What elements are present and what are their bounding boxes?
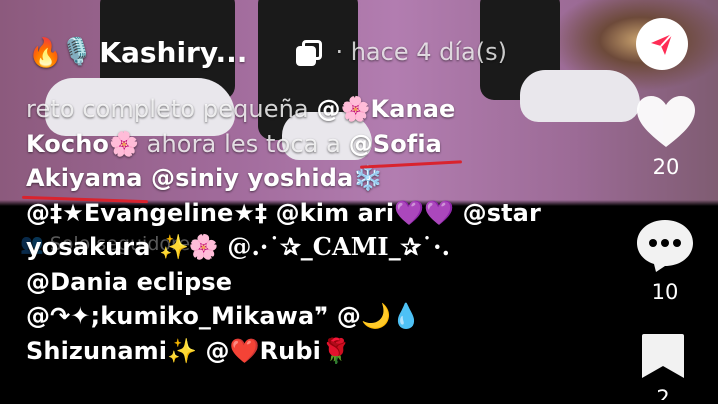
mention-link[interactable]: @↷✦;kumiko_Mikawa❞ <box>26 302 328 330</box>
copy-icon[interactable] <box>293 36 325 68</box>
caption-line: Shizunami✨ @❤️Rubi🌹 <box>26 334 621 369</box>
mention-link[interactable]: Kocho🌸 <box>26 130 139 158</box>
caption-line: yosakura ✨🌸 @.·˙✰_CAMI_✰˙·. <box>26 230 621 265</box>
action-rail: 20 10 2 <box>628 0 698 404</box>
caption-line: @↷✦;kumiko_Mikawa❞ @🌙💧 <box>26 299 621 334</box>
fire-icon: 🔥 <box>28 35 63 69</box>
heart-icon <box>637 96 695 147</box>
caption-line: Kocho🌸 ahora les toca a @Sofia <box>26 129 442 158</box>
mention-link[interactable]: Shizunami✨ <box>26 337 197 365</box>
mention-link[interactable]: @.·˙✰_CAMI_✰˙·. <box>219 232 450 261</box>
share-arrow-icon <box>651 33 673 55</box>
caption-line: @Dania eclipse <box>26 265 621 300</box>
save-button[interactable]: 2 <box>628 332 698 400</box>
post-caption: reto completo pequeña @🌸Kanae Kocho🌸 aho… <box>26 92 621 368</box>
mention-link[interactable]: Akiyama <box>26 164 143 192</box>
like-count: 20 <box>652 155 680 179</box>
comment-count: 10 <box>651 280 679 304</box>
mention-link[interactable]: @kim ari💜💜 <box>267 199 454 227</box>
post-header: 🔥 🎙️ Kashiry... · hace 4 día(s) <box>28 32 507 72</box>
mention-link[interactable]: @🌙💧 <box>328 302 421 330</box>
mention-link[interactable]: @❤️Rubi🌹 <box>197 337 351 365</box>
caption-line: reto completo pequeña @🌸Kanae <box>26 95 456 123</box>
comment-button[interactable]: 10 <box>630 218 700 304</box>
mention-link[interactable]: @Dania eclipse <box>26 268 232 296</box>
caption-line: Akiyama @siniy yoshida❄️ <box>26 161 621 196</box>
mention-link[interactable]: @🌸Kanae <box>316 95 455 123</box>
microphone-icon: 🎙️ <box>60 37 94 67</box>
bookmark-icon <box>642 334 684 378</box>
save-count: 2 <box>656 386 670 400</box>
mention-link[interactable]: @siniy yoshida❄️ <box>143 164 384 192</box>
like-button[interactable]: 20 <box>631 95 701 179</box>
post-timestamp: · hace 4 día(s) <box>335 38 507 66</box>
mention-link[interactable]: yosakura ✨🌸 <box>26 233 219 261</box>
author-name[interactable]: Kashiry... <box>99 36 247 69</box>
share-button[interactable] <box>636 18 688 70</box>
comment-icon <box>637 220 693 272</box>
mention-link[interactable]: @Sofia <box>349 130 442 158</box>
mention-link[interactable]: @star <box>454 199 541 227</box>
